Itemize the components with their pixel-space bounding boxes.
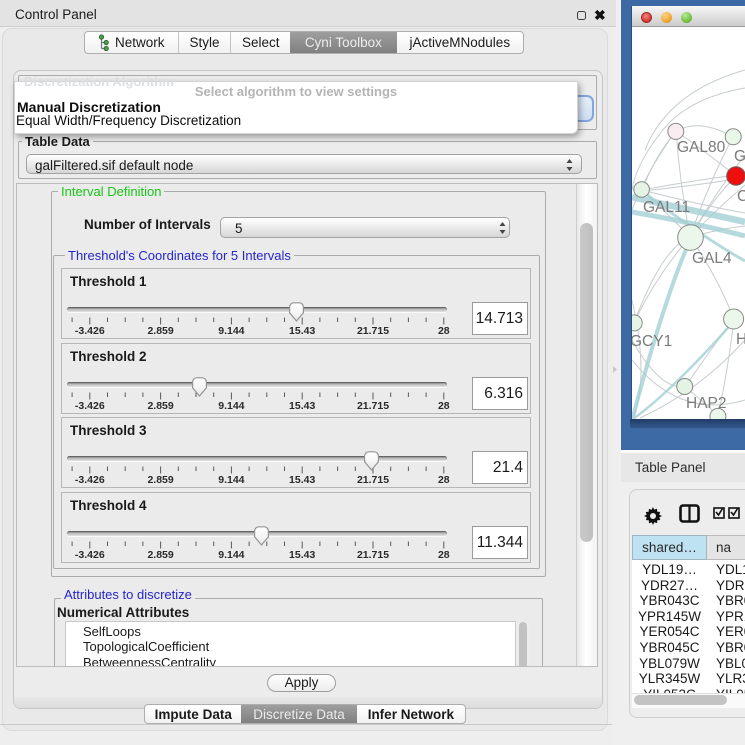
svg-text:GCY1: GCY1 bbox=[632, 333, 672, 350]
svg-text:GA: GA bbox=[734, 148, 745, 165]
svg-text:HAP2: HAP2 bbox=[686, 395, 727, 412]
svg-text:GAL4: GAL4 bbox=[692, 250, 732, 267]
svg-text:GAL11: GAL11 bbox=[643, 199, 690, 216]
svg-text:GAL80: GAL80 bbox=[677, 139, 726, 156]
svg-text:C: C bbox=[737, 188, 745, 205]
svg-text:H: H bbox=[736, 331, 745, 348]
